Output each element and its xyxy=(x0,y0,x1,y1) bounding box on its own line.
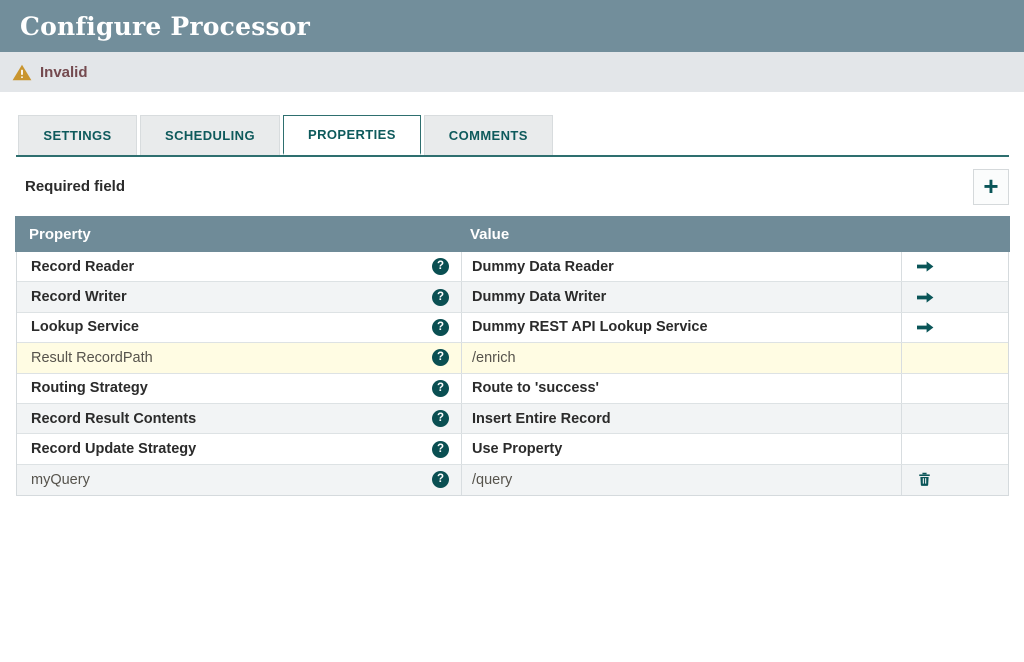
properties-toolbar: Required field + xyxy=(16,157,1009,216)
property-name: Lookup Service xyxy=(31,319,139,335)
properties-table: Property Value Record Reader ? Dummy Dat… xyxy=(16,216,1009,496)
help-icon[interactable]: ? xyxy=(432,471,449,488)
table-row[interactable]: Record Writer ? Dummy Data Writer xyxy=(17,282,1008,312)
value-cell[interactable]: Dummy Data Reader xyxy=(461,252,901,281)
table-row[interactable]: Record Result Contents ? Insert Entire R… xyxy=(17,404,1008,434)
add-property-button[interactable]: + xyxy=(973,169,1009,205)
go-to-service-arrow-icon[interactable] xyxy=(917,291,934,304)
property-cell: Result RecordPath ? xyxy=(17,343,461,372)
property-cell: Record Update Strategy ? xyxy=(17,434,461,463)
tab-properties[interactable]: PROPERTIES xyxy=(283,115,421,155)
help-icon[interactable]: ? xyxy=(432,410,449,427)
tab-comments[interactable]: COMMENTS xyxy=(424,115,553,155)
status-badge: Invalid xyxy=(40,64,88,81)
property-name: Record Reader xyxy=(31,259,134,275)
properties-panel: Required field + Property Value Record R… xyxy=(16,157,1009,496)
action-cell xyxy=(901,434,1008,463)
help-icon[interactable]: ? xyxy=(432,289,449,306)
property-cell: myQuery ? xyxy=(17,465,461,495)
action-cell xyxy=(901,282,1008,311)
value-cell[interactable]: /query xyxy=(461,465,901,495)
action-cell xyxy=(901,343,1008,372)
tab-bar: SETTINGS SCHEDULING PROPERTIES COMMENTS xyxy=(16,115,1009,157)
property-cell: Routing Strategy ? xyxy=(17,374,461,403)
table-row[interactable]: Result RecordPath ? /enrich xyxy=(17,343,1008,373)
go-to-service-arrow-icon[interactable] xyxy=(917,260,934,273)
action-cell xyxy=(901,252,1008,281)
value-cell[interactable]: /enrich xyxy=(461,343,901,372)
tab-settings[interactable]: SETTINGS xyxy=(18,115,137,155)
property-cell: Record Result Contents ? xyxy=(17,404,461,433)
help-icon[interactable]: ? xyxy=(432,319,449,336)
table-row[interactable]: Record Reader ? Dummy Data Reader xyxy=(17,252,1008,282)
action-cell xyxy=(901,374,1008,403)
help-icon[interactable]: ? xyxy=(432,441,449,458)
help-icon[interactable]: ? xyxy=(432,380,449,397)
table-row[interactable]: Record Update Strategy ? Use Property xyxy=(17,434,1008,464)
table-row[interactable]: Routing Strategy ? Route to 'success' xyxy=(17,374,1008,404)
value-cell[interactable]: Use Property xyxy=(461,434,901,463)
tab-scheduling[interactable]: SCHEDULING xyxy=(140,115,280,155)
value-cell[interactable]: Route to 'success' xyxy=(461,374,901,403)
required-field-label: Required field xyxy=(25,178,125,195)
property-cell: Lookup Service ? xyxy=(17,313,461,342)
property-name: Routing Strategy xyxy=(31,380,148,396)
help-icon[interactable]: ? xyxy=(432,258,449,275)
validation-status-bar: Invalid xyxy=(0,52,1024,92)
property-name: Record Update Strategy xyxy=(31,441,196,457)
column-header-value: Value xyxy=(460,226,900,243)
property-name: Record Writer xyxy=(31,289,127,305)
value-cell[interactable]: Insert Entire Record xyxy=(461,404,901,433)
go-to-service-arrow-icon[interactable] xyxy=(917,321,934,334)
value-cell[interactable]: Dummy Data Writer xyxy=(461,282,901,311)
property-name: Record Result Contents xyxy=(31,411,196,427)
dialog-header: Configure Processor xyxy=(0,0,1024,52)
action-cell xyxy=(901,465,1008,495)
dialog-title: Configure Processor xyxy=(20,12,310,41)
help-icon[interactable]: ? xyxy=(432,349,449,366)
column-header-property: Property xyxy=(15,226,460,243)
action-cell xyxy=(901,313,1008,342)
table-header-row: Property Value xyxy=(15,216,1010,252)
table-row[interactable]: Lookup Service ? Dummy REST API Lookup S… xyxy=(17,313,1008,343)
action-cell xyxy=(901,404,1008,433)
value-cell[interactable]: Dummy REST API Lookup Service xyxy=(461,313,901,342)
property-name: Result RecordPath xyxy=(31,350,153,366)
property-cell: Record Writer ? xyxy=(17,282,461,311)
table-row[interactable]: myQuery ? /query xyxy=(17,465,1008,495)
table-body: Record Reader ? Dummy Data Reader Record… xyxy=(16,252,1009,496)
property-cell: Record Reader ? xyxy=(17,252,461,281)
property-name: myQuery xyxy=(31,472,90,488)
warning-triangle-icon xyxy=(12,64,32,81)
delete-property-icon[interactable] xyxy=(917,472,932,487)
